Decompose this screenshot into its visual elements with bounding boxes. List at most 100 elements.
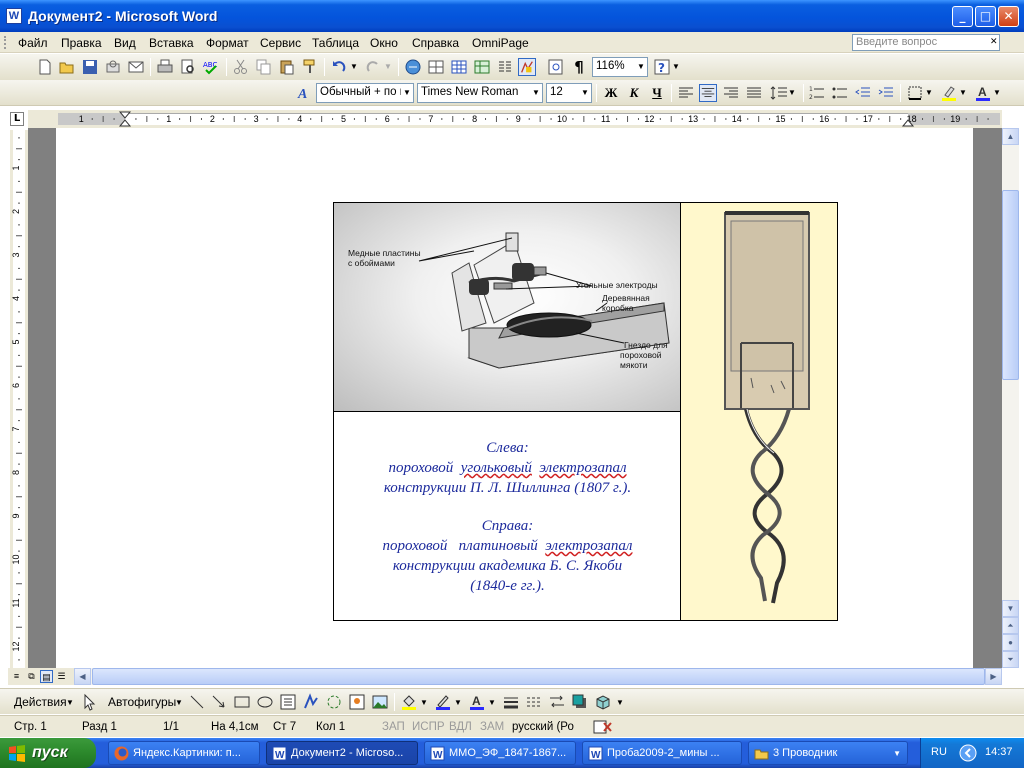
font-select[interactable]: Times New Roman ▼ xyxy=(417,83,543,103)
paste-icon[interactable] xyxy=(278,58,296,76)
menu-view[interactable]: Вид xyxy=(114,36,136,50)
diagram-icon[interactable] xyxy=(325,693,343,711)
start-button[interactable]: пуск xyxy=(0,738,96,768)
rectangle-icon[interactable] xyxy=(233,693,251,711)
help-icon[interactable]: ? xyxy=(653,58,671,76)
previous-page-icon[interactable]: ⏶ xyxy=(1002,617,1019,634)
chevron-down-icon[interactable]: ▼ xyxy=(401,84,413,102)
cut-icon[interactable] xyxy=(232,58,250,76)
close-button[interactable]: ✕ xyxy=(998,6,1019,27)
task-explorer-group[interactable]: 3 Проводник ▼ xyxy=(748,741,908,765)
task-word-mmo[interactable]: W ММО_ЭФ_1847-1867... xyxy=(424,741,576,765)
status-language[interactable]: русский (Ро xyxy=(512,721,574,733)
print-preview-icon[interactable] xyxy=(179,58,197,76)
document-map-icon[interactable] xyxy=(547,58,565,76)
chevron-down-icon[interactable]: ▼ xyxy=(420,698,428,707)
line-style-icon[interactable] xyxy=(502,693,520,711)
menu-table[interactable]: Таблица xyxy=(312,36,359,50)
copy-icon[interactable] xyxy=(255,58,273,76)
font-color-dropdown-icon[interactable]: ▼ xyxy=(993,84,1011,102)
clock[interactable]: 14:37 xyxy=(985,746,1013,758)
text-box-icon[interactable] xyxy=(279,693,297,711)
format-painter-icon[interactable] xyxy=(301,58,319,76)
open-folder-icon[interactable] xyxy=(58,58,76,76)
redo-dropdown-icon[interactable]: ▼ xyxy=(384,58,402,76)
wordart-icon[interactable] xyxy=(302,693,320,711)
style-select[interactable]: Обычный + по ц ▼ xyxy=(316,83,414,103)
close-help-icon[interactable]: ✕ xyxy=(990,36,998,47)
show-formatting-icon[interactable]: ¶ xyxy=(570,58,588,76)
vertical-ruler[interactable]: 1234567891011121314 xyxy=(10,130,28,668)
menu-tools[interactable]: Сервис xyxy=(260,36,301,50)
line-color-icon[interactable] xyxy=(434,693,452,711)
line-spacing-icon[interactable] xyxy=(770,84,788,102)
print-icon[interactable] xyxy=(156,58,174,76)
autoshapes-menu[interactable]: Автофигуры xyxy=(108,695,176,709)
schilling-fuse-image[interactable]: Медные пластины с обоймами Угольные элек… xyxy=(334,203,681,412)
chevron-down-icon[interactable]: ▼ xyxy=(454,698,462,707)
insert-excel-icon[interactable] xyxy=(473,58,491,76)
spelling-icon[interactable]: ABC xyxy=(202,58,220,76)
font-color-icon[interactable]: A xyxy=(468,693,486,711)
chevron-down-icon[interactable]: ▼ xyxy=(66,698,74,707)
menu-window[interactable]: Окно xyxy=(370,36,398,50)
3d-style-icon[interactable] xyxy=(594,693,612,711)
spelling-status-icon[interactable] xyxy=(593,719,613,735)
vertical-scrollbar[interactable]: ▲ ▼ ⏶ ● ⏷ xyxy=(1002,128,1019,668)
status-mode-overtype[interactable]: ЗАМ xyxy=(480,721,504,733)
underline-button[interactable]: Ч xyxy=(648,84,666,102)
scroll-up-icon[interactable]: ▲ xyxy=(1002,128,1019,145)
numbering-icon[interactable]: 12 xyxy=(808,84,826,102)
insert-table-icon[interactable] xyxy=(450,58,468,76)
save-icon[interactable] xyxy=(81,58,99,76)
toolbar-grip[interactable] xyxy=(4,36,7,49)
bold-button[interactable]: Ж xyxy=(602,84,620,102)
menu-edit[interactable]: Правка xyxy=(61,36,102,50)
scroll-right-icon[interactable]: ▶ xyxy=(985,668,1002,685)
horizontal-ruler[interactable]: 1 1 2 3 4 5 6 7 8 9 10 11 12 13 14 15 16 17 18 19 xyxy=(28,110,1002,128)
arrow-icon[interactable] xyxy=(210,693,228,711)
outline-view-icon[interactable]: ☰ xyxy=(55,670,68,683)
new-document-icon[interactable] xyxy=(36,58,54,76)
oval-icon[interactable] xyxy=(256,693,274,711)
menu-help[interactable]: Справка xyxy=(412,36,459,50)
borders-icon[interactable] xyxy=(906,84,924,102)
scroll-left-icon[interactable]: ◀ xyxy=(74,668,91,685)
italic-button[interactable]: К xyxy=(625,84,643,102)
chevron-down-icon[interactable]: ▼ xyxy=(175,698,183,707)
zoom-select[interactable]: 116% ▼ xyxy=(592,57,648,77)
dash-style-icon[interactable] xyxy=(525,693,543,711)
toolbar-options-icon[interactable]: ▼ xyxy=(672,58,690,76)
expand-tray-icon[interactable] xyxy=(959,744,977,762)
clip-art-icon[interactable] xyxy=(348,693,366,711)
undo-icon[interactable] xyxy=(330,58,348,76)
scroll-thumb[interactable] xyxy=(1002,190,1019,380)
menu-file[interactable]: Файл xyxy=(18,36,48,50)
styles-formatting-icon[interactable]: A xyxy=(296,84,314,102)
hyperlink-icon[interactable] xyxy=(404,58,422,76)
align-left-icon[interactable] xyxy=(677,84,695,102)
jacobi-fuse-image[interactable] xyxy=(681,203,837,620)
chevron-down-icon[interactable]: ▼ xyxy=(530,84,542,102)
horizontal-scrollbar[interactable]: ◀ ▶ xyxy=(74,668,1002,685)
browse-object-icon[interactable]: ● xyxy=(1002,634,1019,651)
status-mode-record[interactable]: ЗАП xyxy=(382,721,405,733)
task-firefox[interactable]: Яндекс.Картинки: п... xyxy=(108,741,260,765)
shadow-icon[interactable] xyxy=(571,693,589,711)
permission-icon[interactable] xyxy=(104,58,122,76)
picture-icon[interactable] xyxy=(371,693,389,711)
next-page-icon[interactable]: ⏷ xyxy=(1002,651,1019,668)
task-word-proba[interactable]: W Проба2009-2_мины ... xyxy=(582,741,742,765)
select-objects-icon[interactable] xyxy=(80,693,98,711)
help-search-input[interactable]: Введите вопрос xyxy=(852,34,1000,51)
columns-icon[interactable] xyxy=(496,58,514,76)
status-mode-track[interactable]: ИСПР xyxy=(412,721,445,733)
scroll-thumb[interactable] xyxy=(92,668,985,685)
task-word-document2[interactable]: W Документ2 - Microso... xyxy=(266,741,418,765)
drawing-icon[interactable] xyxy=(518,58,536,76)
print-layout-icon[interactable]: ▤ xyxy=(40,670,53,683)
document-table[interactable]: Медные пластины с обоймами Угольные элек… xyxy=(333,202,838,621)
font-color-icon[interactable]: A xyxy=(974,84,992,102)
fill-color-icon[interactable] xyxy=(400,693,418,711)
indent-marker[interactable] xyxy=(118,111,132,127)
